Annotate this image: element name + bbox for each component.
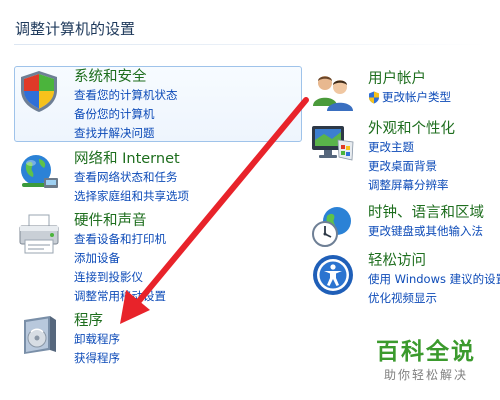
- link-change-keyboard-input[interactable]: 更改键盘或其他输入法: [368, 222, 484, 241]
- clock-globe-icon[interactable]: [310, 204, 356, 250]
- link-find-fix-problems[interactable]: 查找并解决问题: [74, 124, 178, 143]
- link-change-theme[interactable]: 更改主题: [368, 138, 455, 157]
- link-change-desktop-background[interactable]: 更改桌面背景: [368, 157, 455, 176]
- link-view-network-status[interactable]: 查看网络状态和任务: [74, 168, 189, 187]
- category-title-clock[interactable]: 时钟、语言和区域: [368, 204, 484, 222]
- link-get-programs[interactable]: 获得程序: [74, 349, 120, 368]
- page-title: 调整计算机的设置: [15, 20, 136, 38]
- title-separator: [14, 44, 486, 45]
- monitor-palette-icon[interactable]: [310, 120, 356, 166]
- category-title-user-accounts[interactable]: 用户帐户: [368, 70, 451, 88]
- link-optimize-visual-display[interactable]: 优化视频显示: [368, 289, 500, 308]
- shield-flag-icon[interactable]: [16, 68, 62, 114]
- link-view-devices-printers[interactable]: 查看设备和打印机: [74, 230, 166, 249]
- link-homegroup-sharing[interactable]: 选择家庭组和共享选项: [74, 187, 189, 206]
- watermark: 百科全说 助你轻松解决: [376, 338, 476, 384]
- link-view-computer-status[interactable]: 查看您的计算机状态: [74, 86, 178, 105]
- ease-of-access-icon[interactable]: [310, 252, 356, 298]
- link-add-device[interactable]: 添加设备: [74, 249, 166, 268]
- programs-box-icon[interactable]: [16, 312, 62, 358]
- category-title-network[interactable]: 网络和 Internet: [74, 150, 189, 168]
- users-icon[interactable]: [310, 70, 356, 116]
- category-title-appearance[interactable]: 外观和个性化: [368, 120, 455, 138]
- link-connect-projector[interactable]: 连接到投影仪: [74, 268, 166, 287]
- uac-shield-icon: [369, 91, 379, 104]
- link-change-account-type[interactable]: 更改帐户类型: [368, 88, 451, 107]
- watermark-subtitle: 助你轻松解决: [383, 368, 468, 382]
- category-title-system-security[interactable]: 系统和安全: [74, 68, 178, 86]
- link-mobility-settings[interactable]: 调整常用移动设置: [74, 287, 166, 306]
- watermark-title: 百科全说: [376, 339, 476, 365]
- category-title-hardware[interactable]: 硬件和声音: [74, 212, 166, 230]
- link-adjust-resolution[interactable]: 调整屏幕分辨率: [368, 176, 455, 195]
- category-title-ease-of-access[interactable]: 轻松访问: [368, 252, 500, 270]
- link-backup-computer[interactable]: 备份您的计算机: [74, 105, 178, 124]
- link-change-account-type-label: 更改帐户类型: [382, 90, 451, 104]
- printer-icon[interactable]: [16, 212, 62, 258]
- network-globe-icon[interactable]: [16, 150, 62, 196]
- link-uninstall-program[interactable]: 卸载程序: [74, 330, 120, 349]
- category-title-programs[interactable]: 程序: [74, 312, 120, 330]
- link-windows-recommended-settings[interactable]: 使用 Windows 建议的设置: [368, 270, 500, 289]
